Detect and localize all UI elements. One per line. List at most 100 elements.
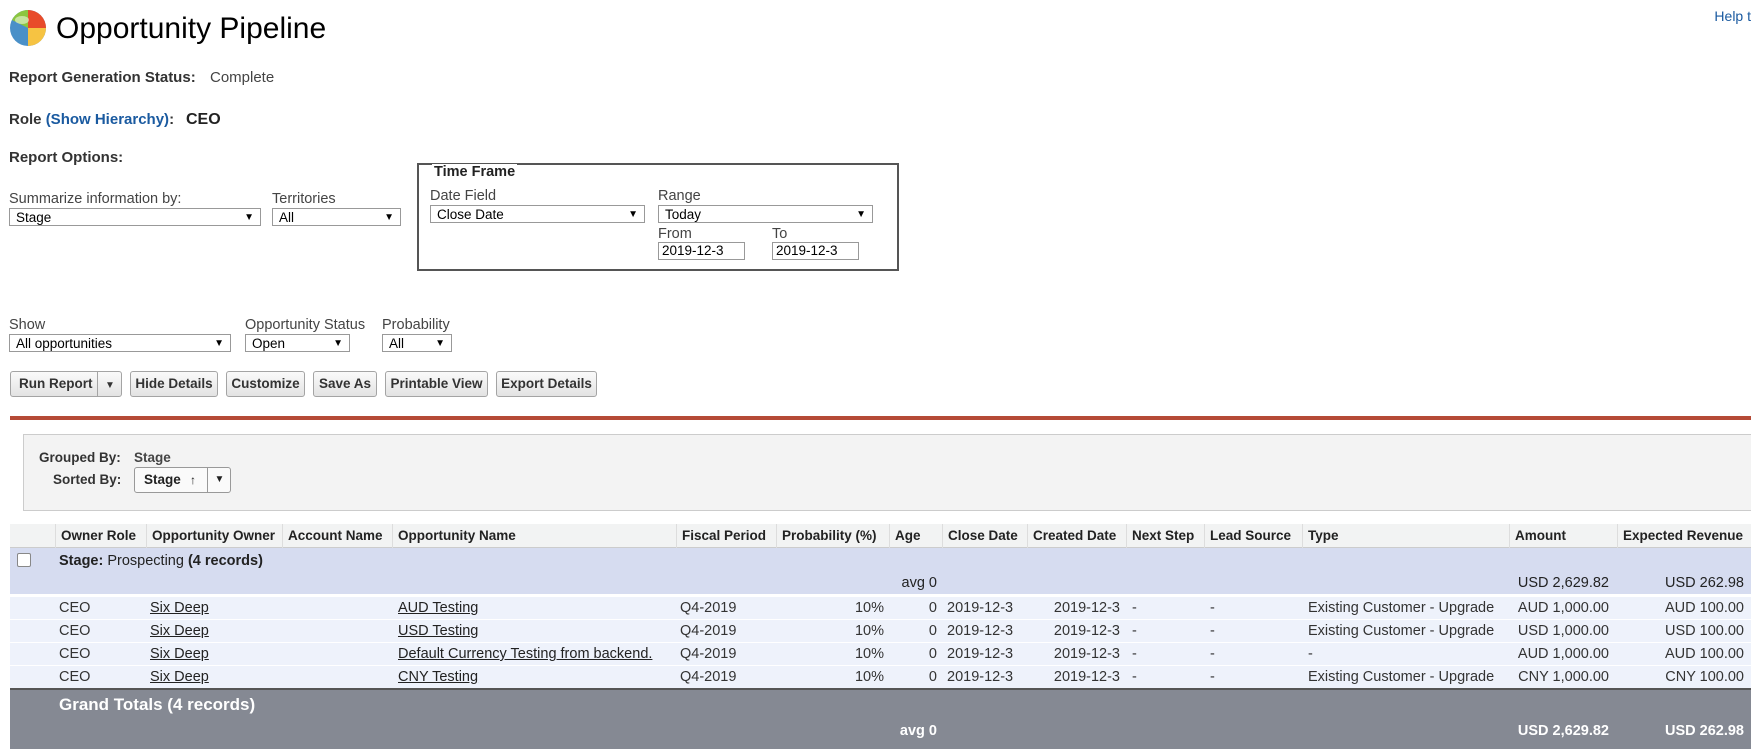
- cell-probability: 10%: [854, 623, 884, 639]
- cell-created-date: 2019-12-3: [1053, 600, 1120, 616]
- stage-group-title: Stage: Prospecting (4 records): [59, 553, 263, 569]
- cell-owner-role: CEO: [59, 600, 91, 616]
- cell-type: -: [1308, 646, 1313, 662]
- cell-fiscal: Q4-2019: [680, 646, 737, 662]
- stage-group-row: Stage: Prospecting (4 records) avg 0 USD…: [10, 548, 1751, 594]
- opportunity-link[interactable]: USD Testing: [398, 620, 478, 643]
- status-value: Complete: [210, 69, 275, 86]
- col-owner-role[interactable]: Owner Role: [55, 524, 136, 548]
- run-report-dropdown[interactable]: ▼: [97, 372, 122, 396]
- run-report-button[interactable]: Run Report ▼: [10, 371, 122, 397]
- territories-select-value: All: [279, 210, 295, 225]
- col-created-date[interactable]: Created Date: [1027, 524, 1126, 548]
- from-label: From: [658, 226, 692, 242]
- col-next-step[interactable]: Next Step: [1126, 524, 1204, 548]
- sort-ascending-icon: ↑: [190, 473, 196, 487]
- dropdown-arrow-icon: ▼: [856, 209, 866, 220]
- export-details-button[interactable]: Export Details: [496, 371, 597, 397]
- col-amount[interactable]: Amount: [1509, 524, 1617, 548]
- opp-status-select[interactable]: Open ▼: [245, 334, 350, 352]
- cell-type: Existing Customer - Upgrade: [1308, 669, 1495, 685]
- hide-details-button[interactable]: Hide Details: [130, 371, 218, 397]
- cell-close-date: 2019-12-3: [947, 600, 1014, 616]
- help-link[interactable]: Help t: [1714, 8, 1751, 24]
- sort-by-button[interactable]: Stage ↑ ▼: [134, 467, 231, 493]
- col-opportunity-owner[interactable]: Opportunity Owner: [146, 524, 275, 548]
- page-title: Opportunity Pipeline: [56, 12, 327, 45]
- show-hierarchy-link[interactable]: (Show Hierarchy): [46, 111, 169, 128]
- to-label: To: [772, 226, 788, 242]
- cell-age: 0: [928, 600, 937, 616]
- col-lead-source[interactable]: Lead Source: [1204, 524, 1302, 548]
- owner-link[interactable]: Six Deep: [150, 620, 209, 643]
- grand-totals-row: Grand Totals (4 records) avg 0 USD 2,629…: [10, 688, 1751, 749]
- stage-avg-age: avg 0: [901, 575, 937, 591]
- col-fiscal-period[interactable]: Fiscal Period: [676, 524, 776, 548]
- report-options-label: Report Options:: [9, 149, 124, 166]
- opportunity-link[interactable]: AUD Testing: [398, 597, 478, 620]
- stage-name: Prospecting: [107, 553, 184, 569]
- dropdown-arrow-icon: ▼: [244, 212, 254, 223]
- table-row: CEO Six Deep USD Testing Q4-2019 10% 0 2…: [10, 619, 1751, 642]
- table-row: CEO Six Deep AUD Testing Q4-2019 10% 0 2…: [10, 596, 1751, 619]
- to-date-input[interactable]: 2019-12-3: [772, 242, 859, 260]
- customize-button[interactable]: Customize: [226, 371, 305, 397]
- chevron-down-icon: ▼: [105, 380, 115, 391]
- cell-next-step: -: [1132, 623, 1137, 639]
- show-label: Show: [9, 317, 46, 333]
- grouped-by-label: Grouped By:: [39, 450, 121, 465]
- owner-link[interactable]: Six Deep: [150, 643, 209, 666]
- col-probability[interactable]: Probability (%): [776, 524, 889, 548]
- stage-label: Stage:: [59, 553, 104, 569]
- owner-link[interactable]: Six Deep: [150, 666, 209, 689]
- cell-close-date: 2019-12-3: [947, 669, 1014, 685]
- save-as-button[interactable]: Save As: [313, 371, 377, 397]
- opportunity-link[interactable]: CNY Testing: [398, 666, 478, 689]
- cell-expected: USD 100.00: [1665, 623, 1744, 639]
- owner-link[interactable]: Six Deep: [150, 597, 209, 620]
- cell-close-date: 2019-12-3: [947, 646, 1014, 662]
- cell-amount: CNY 1,000.00: [1518, 669, 1609, 685]
- cell-probability: 10%: [854, 600, 884, 616]
- opportunity-link[interactable]: Default Currency Testing from backend.: [398, 643, 652, 666]
- col-type[interactable]: Type: [1302, 524, 1509, 548]
- probability-select[interactable]: All ▼: [382, 334, 452, 352]
- cell-amount: AUD 1,000.00: [1517, 646, 1609, 662]
- dropdown-arrow-icon: ▼: [435, 338, 445, 349]
- date-field-label: Date Field: [430, 188, 497, 204]
- cell-lead-source: -: [1210, 669, 1215, 685]
- range-label: Range: [658, 188, 701, 204]
- sort-dropdown-icon[interactable]: ▼: [207, 468, 231, 492]
- role-value: CEO: [186, 111, 221, 128]
- printable-view-button[interactable]: Printable View: [385, 371, 488, 397]
- col-expected-revenue[interactable]: Expected Revenue: [1617, 524, 1751, 548]
- cell-probability: 10%: [854, 669, 884, 685]
- col-age[interactable]: Age: [889, 524, 942, 548]
- col-opportunity-name[interactable]: Opportunity Name: [392, 524, 676, 548]
- col-account-name[interactable]: Account Name: [282, 524, 391, 548]
- cell-expected: CNY 100.00: [1665, 669, 1744, 685]
- grand-avg-age: avg 0: [899, 723, 937, 739]
- cell-created-date: 2019-12-3: [1053, 669, 1120, 685]
- cell-amount: USD 1,000.00: [1517, 623, 1609, 639]
- cell-next-step: -: [1132, 646, 1137, 662]
- role-colon: :: [169, 111, 175, 128]
- dropdown-arrow-icon: ▼: [628, 209, 638, 220]
- date-field-select[interactable]: Close Date ▼: [430, 205, 645, 223]
- report-divider: [10, 416, 1751, 420]
- col-close-date[interactable]: Close Date: [942, 524, 1027, 548]
- run-report-label: Run Report: [19, 376, 93, 391]
- stage-count: (4 records): [187, 553, 263, 569]
- territories-select[interactable]: All ▼: [272, 208, 401, 226]
- cell-created-date: 2019-12-3: [1053, 646, 1120, 662]
- grand-expected: USD 262.98: [1665, 723, 1744, 739]
- show-select[interactable]: All opportunities ▼: [9, 334, 231, 352]
- cell-next-step: -: [1132, 600, 1137, 616]
- from-date-input[interactable]: 2019-12-3: [658, 242, 745, 260]
- cell-next-step: -: [1132, 669, 1137, 685]
- group-checkbox[interactable]: [17, 553, 31, 567]
- stage-expected-total: USD 262.98: [1665, 575, 1744, 591]
- summarize-select[interactable]: Stage ▼: [9, 208, 261, 226]
- range-select[interactable]: Today ▼: [658, 205, 873, 223]
- table-row: CEO Six Deep CNY Testing Q4-2019 10% 0 2…: [10, 665, 1751, 688]
